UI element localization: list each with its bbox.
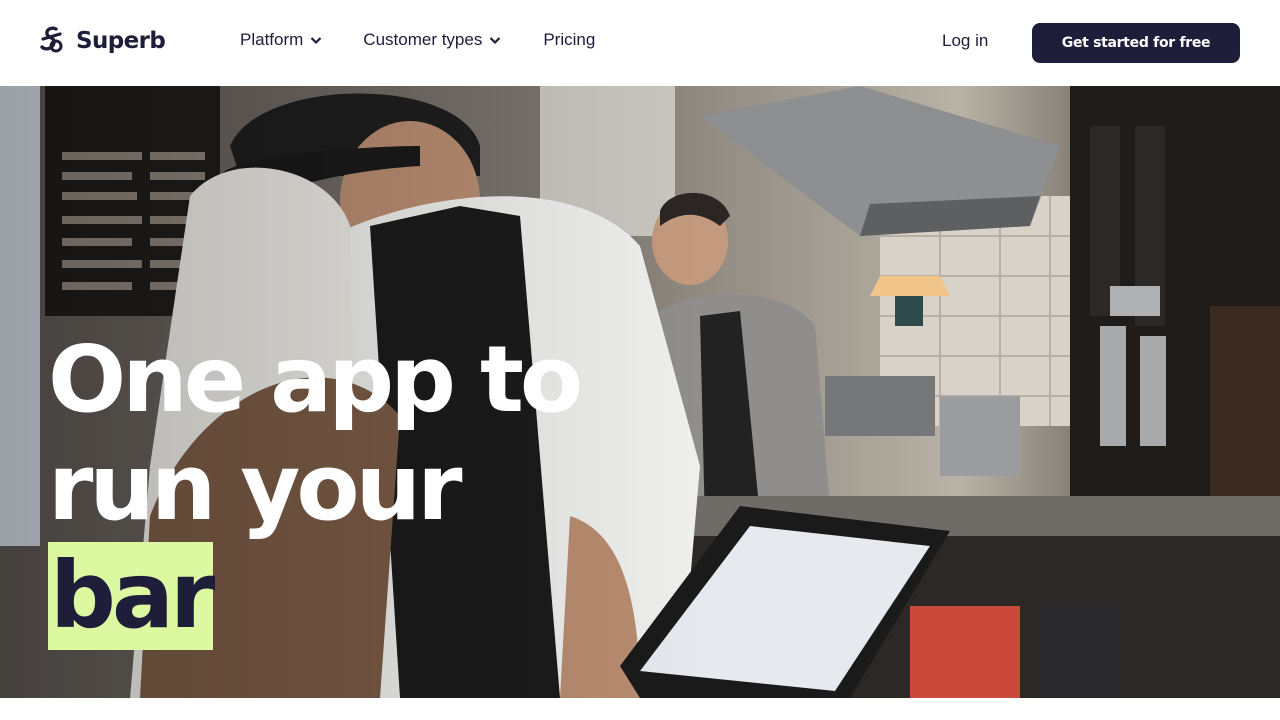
hero-headline: One app to run your bar [48,326,583,650]
brand-name: Superb [76,28,166,54]
nav-pricing[interactable]: Pricing [543,30,595,50]
get-started-button[interactable]: Get started for free [1032,23,1240,63]
headline-line-2: run your [48,434,462,541]
page-bottom-strip [0,698,1280,720]
headline-highlight: bar [48,542,215,650]
main-nav: Platform Customer types Pricing [240,30,595,50]
nav-customer-types[interactable]: Customer types [363,30,502,50]
login-link[interactable]: Log in [942,31,988,51]
hero-section: One app to run your bar [0,86,1280,698]
chevron-down-icon [311,37,322,45]
headline-line-3: bar [48,542,579,650]
nav-pricing-label: Pricing [543,30,596,49]
headline-line-1: One app to [48,326,583,433]
superb-logo-link[interactable]: Superb [38,25,166,57]
chevron-down-icon [490,37,501,45]
superb-logo-icon [40,26,63,53]
site-header: Superb Platform Customer types Pricing L… [0,0,1280,86]
nav-platform[interactable]: Platform [240,30,323,50]
nav-customer-types-label: Customer types [363,30,483,49]
nav-platform-label: Platform [240,30,304,49]
